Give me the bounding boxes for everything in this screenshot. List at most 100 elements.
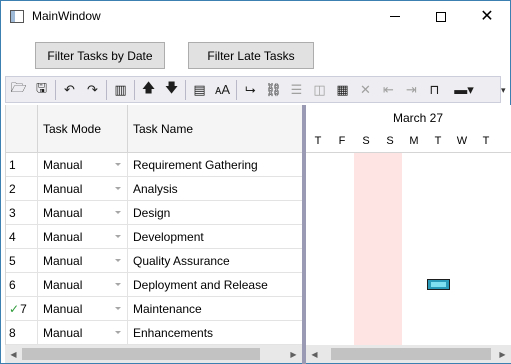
title-bar: MainWindow ✕ bbox=[1, 1, 510, 32]
columns-icon[interactable]: ▥ bbox=[109, 78, 132, 101]
bar-style-dropdown-icon[interactable]: ▬▾ bbox=[446, 78, 482, 101]
table-row[interactable]: 5 Manual Quality Assurance bbox=[6, 249, 306, 273]
task-mode-value: Manual bbox=[43, 230, 83, 244]
table-row[interactable]: ✓ 7 Manual Maintenance bbox=[6, 297, 306, 321]
app-icon bbox=[10, 10, 24, 23]
task-mode-cell[interactable]: Manual bbox=[38, 273, 128, 297]
task-name-value: Maintenance bbox=[133, 302, 202, 316]
task-mode-cell[interactable]: Manual bbox=[38, 153, 128, 177]
timescale-day: M bbox=[409, 135, 419, 147]
table-row[interactable]: 2 Manual Analysis bbox=[6, 177, 306, 201]
timescale-day: S bbox=[362, 135, 370, 147]
link-icon[interactable]: ⛓ bbox=[262, 78, 285, 101]
save-icon[interactable]: 🖫 bbox=[30, 78, 53, 101]
table-row[interactable]: 8 Manual Enhancements bbox=[6, 321, 306, 345]
filter-by-date-button[interactable]: Filter Tasks by Date bbox=[35, 42, 165, 69]
task-name-cell[interactable]: Quality Assurance bbox=[128, 249, 306, 273]
redo-icon[interactable]: ↷ bbox=[81, 78, 104, 101]
dropdown-arrow-icon[interactable] bbox=[115, 307, 121, 310]
task-mode-cell[interactable]: Manual bbox=[38, 201, 128, 225]
window-title: MainWindow bbox=[32, 9, 101, 23]
indent-link-icon[interactable]: ⮡ bbox=[239, 78, 262, 101]
column-header-task-name[interactable]: Task Name bbox=[128, 105, 306, 153]
row-number: 5 bbox=[6, 249, 38, 273]
undo-icon[interactable]: ↶ bbox=[58, 78, 81, 101]
open-folder-icon[interactable]: 🗁 bbox=[7, 78, 30, 101]
close-button[interactable]: ✕ bbox=[464, 1, 510, 32]
indent-icon[interactable]: ⇥ bbox=[400, 78, 423, 101]
task-name-cell[interactable]: Development bbox=[128, 225, 306, 249]
row-id: 5 bbox=[9, 254, 16, 268]
dropdown-arrow-icon[interactable] bbox=[115, 259, 121, 262]
toolbar-separator bbox=[55, 79, 56, 100]
dropdown-arrow-icon[interactable] bbox=[115, 163, 121, 166]
task-mode-cell[interactable]: Manual bbox=[38, 249, 128, 273]
table-row[interactable]: 1 Manual Requirement Gathering bbox=[6, 153, 306, 177]
scroll-right-icon[interactable]: ▶ bbox=[285, 345, 302, 363]
table-row[interactable]: 4 Manual Development bbox=[6, 225, 306, 249]
task-mode-cell[interactable]: Manual bbox=[38, 225, 128, 249]
outdent-icon[interactable]: ⇤ bbox=[377, 78, 400, 101]
task-mode-cell[interactable]: Manual bbox=[38, 297, 128, 321]
task-name-cell[interactable]: Enhancements bbox=[128, 321, 306, 345]
weekend-shading bbox=[378, 153, 402, 345]
task-name-cell[interactable]: Analysis bbox=[128, 177, 306, 201]
toolbar-separator bbox=[106, 79, 107, 100]
column-header-task-mode[interactable]: Task Mode bbox=[38, 105, 128, 153]
dropdown-arrow-icon[interactable] bbox=[115, 283, 121, 286]
filter-late-tasks-button[interactable]: Filter Late Tasks bbox=[188, 42, 314, 69]
row-number: 2 bbox=[6, 177, 38, 201]
timescale-day: T bbox=[314, 135, 322, 147]
chart-horizontal-scrollbar[interactable]: ◀ ▶ bbox=[306, 345, 511, 363]
task-name-value: Quality Assurance bbox=[133, 254, 230, 268]
close-icon: ✕ bbox=[480, 7, 494, 25]
task-mode-value: Manual bbox=[43, 182, 83, 196]
dropdown-arrow-icon[interactable] bbox=[115, 187, 121, 190]
task-name-cell[interactable]: Maintenance bbox=[128, 297, 306, 321]
check-icon: ✓ bbox=[9, 302, 20, 316]
dropdown-arrow-icon[interactable] bbox=[115, 211, 121, 214]
timescale-day: W bbox=[456, 135, 468, 147]
table-row[interactable]: 3 Manual Design bbox=[6, 201, 306, 225]
task-mode-value: Manual bbox=[43, 206, 83, 220]
task-name-cell[interactable]: Design bbox=[128, 201, 306, 225]
minimize-button[interactable] bbox=[372, 1, 418, 32]
task-mode-cell[interactable]: Manual bbox=[38, 321, 128, 345]
maximize-button[interactable] bbox=[418, 1, 464, 32]
timescale-day: F bbox=[338, 135, 346, 147]
dropdown-arrow-icon[interactable] bbox=[115, 331, 121, 334]
grid-scroll-thumb[interactable] bbox=[22, 348, 260, 360]
task-name-value: Analysis bbox=[133, 182, 178, 196]
calendar-icon[interactable]: ▦ bbox=[331, 78, 354, 101]
task-mode-value: Manual bbox=[43, 278, 83, 292]
timescale-month: March 27 bbox=[393, 111, 444, 125]
toolbar-separator bbox=[134, 79, 135, 100]
grid-horizontal-scrollbar[interactable]: ◀ ▶ bbox=[5, 345, 302, 363]
toolbar-overflow-icon[interactable]: ▾ bbox=[501, 85, 506, 96]
scroll-left-icon[interactable]: ◀ bbox=[306, 345, 323, 363]
chart-scroll-thumb[interactable] bbox=[331, 348, 491, 360]
move-up-icon[interactable]: 🡅 bbox=[137, 78, 160, 101]
main-window: MainWindow ✕ Filter Tasks by Date Filter… bbox=[0, 0, 511, 364]
task-name-cell[interactable]: Deployment and Release bbox=[128, 273, 306, 297]
scroll-right-icon[interactable]: ▶ bbox=[494, 345, 511, 363]
unlink-icon[interactable]: ◫ bbox=[308, 78, 331, 101]
row-number: ✓ 7 bbox=[6, 297, 38, 321]
split-icon[interactable]: ☰ bbox=[285, 78, 308, 101]
delete-icon[interactable]: ✕ bbox=[354, 78, 377, 101]
dropdown-arrow-icon[interactable] bbox=[115, 235, 121, 238]
row-number: 4 bbox=[6, 225, 38, 249]
task-bar-deployment[interactable] bbox=[427, 279, 450, 290]
task-mode-cell[interactable]: Manual bbox=[38, 177, 128, 201]
font-icon[interactable]: ᴀA bbox=[211, 78, 234, 101]
scroll-left-icon[interactable]: ◀ bbox=[5, 345, 22, 363]
milestone-icon[interactable]: ⊓ bbox=[423, 78, 446, 101]
table-row[interactable]: 6 Manual Deployment and Release bbox=[6, 273, 306, 297]
task-mode-value: Manual bbox=[43, 254, 83, 268]
timescale-day: S bbox=[386, 135, 394, 147]
task-name-cell[interactable]: Requirement Gathering bbox=[128, 153, 306, 177]
row-id: 6 bbox=[9, 278, 16, 292]
move-down-icon[interactable]: 🡇 bbox=[160, 78, 183, 101]
timescale-days: TFSSMTWT bbox=[306, 129, 511, 153]
show-details-icon[interactable]: ▤ bbox=[188, 78, 211, 101]
